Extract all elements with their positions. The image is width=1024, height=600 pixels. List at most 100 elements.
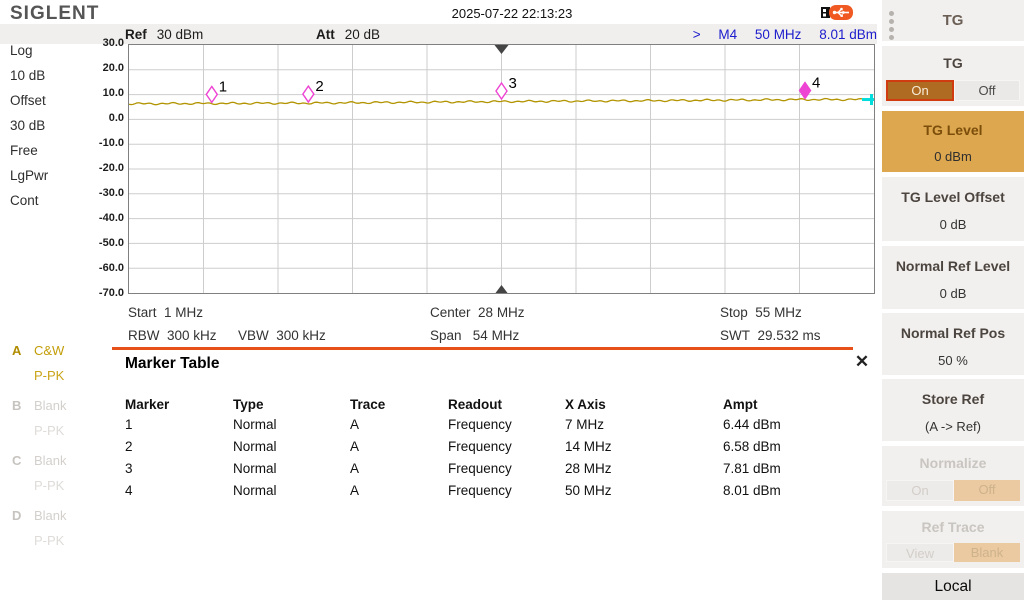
normalize-label: Normalize	[882, 446, 1024, 480]
tg-level-button[interactable]: TG Level 0 dBm	[882, 111, 1024, 172]
left-menu-label: Cont	[10, 188, 48, 213]
trace-id: B	[12, 393, 34, 418]
marker-table-cell: 50 MHz	[565, 483, 723, 505]
trace-legend-entry: DBlank P-PK	[12, 503, 102, 553]
y-axis-tick-label: 20.0	[84, 62, 124, 74]
marker-table-cell: Normal	[233, 483, 350, 505]
tg-level-label: TG Level	[882, 111, 1024, 149]
start-value: 1 MHz	[164, 305, 203, 320]
tg-level-offset-label: TG Level Offset	[882, 177, 1024, 217]
normalize-button[interactable]: Normalize On Off	[882, 446, 1024, 506]
center-value: 28 MHz	[478, 305, 525, 320]
sweep-time-setting: SWT 29.532 ms	[720, 328, 821, 343]
tg-off-option[interactable]: Off	[954, 80, 1020, 101]
trace-detector: P-PK	[34, 533, 64, 548]
usb-drive-icon	[820, 4, 854, 21]
trace-mode: Blank	[34, 453, 67, 468]
spectrum-display: 1 2 3 4	[128, 44, 875, 294]
trace-legend-entry: BBlankP-PK	[12, 393, 102, 443]
marker-table-cell: 4	[125, 483, 233, 505]
y-axis-tick-label: 0.0	[84, 112, 124, 124]
close-icon[interactable]: ✕	[851, 352, 873, 374]
normal-ref-pos-value: 50 %	[882, 353, 1024, 368]
marker-table-cell: A	[350, 417, 448, 439]
vbw-value: 300 kHz	[276, 328, 326, 343]
ref-level-readout: Ref30 dBm	[125, 27, 203, 42]
ref-value: 30 dBm	[157, 27, 204, 42]
tg-level-offset-value: 0 dB	[882, 217, 1024, 232]
y-axis-tick-label: -50.0	[84, 237, 124, 249]
softkey-sidebar: TG TG On Off TG Level 0 dBm TG Level Off…	[882, 0, 1024, 600]
marker-number-label: 1	[219, 78, 227, 95]
y-axis-tick-label: -70.0	[84, 287, 124, 299]
marker-number-label: 4	[812, 75, 820, 92]
trace-id: C	[12, 448, 34, 473]
marker-diamond	[496, 83, 507, 99]
trace-mode: C&W	[34, 343, 64, 358]
stop-frequency: Stop 55 MHz	[720, 305, 802, 320]
normal-ref-level-value: 0 dB	[882, 286, 1024, 301]
trace-id: A	[12, 338, 34, 363]
rbw-label: RBW	[128, 328, 160, 343]
local-button[interactable]: Local	[882, 573, 1024, 600]
y-axis-tick-label: -60.0	[84, 262, 124, 274]
store-ref-button[interactable]: Store Ref (A -> Ref)	[882, 379, 1024, 441]
tg-on-option[interactable]: On	[886, 80, 954, 101]
marker-name: M4	[718, 27, 737, 42]
marker-table-title: Marker Table	[125, 355, 219, 373]
tg-level-value: 0 dBm	[882, 149, 1024, 164]
tg-level-offset-button[interactable]: TG Level Offset 0 dB	[882, 177, 1024, 241]
left-menu: Log10 dBOffset30 dBFreeLgPwrCont	[10, 38, 48, 213]
marker-table-cell: 6.44 dBm	[723, 417, 853, 439]
marker-amplitude: 8.01 dBm	[819, 27, 877, 42]
trace-detector: P-PK	[34, 478, 64, 493]
menu-handle-icon	[889, 8, 894, 43]
vbw-label: VBW	[238, 328, 269, 343]
normalize-off-option[interactable]: Off	[954, 480, 1020, 501]
attenuation-readout: Att 20 dB	[316, 27, 380, 42]
swt-label: SWT	[720, 328, 750, 343]
marker-number-label: 3	[509, 75, 517, 92]
marker-table-cell: A	[350, 461, 448, 483]
normal-ref-pos-button[interactable]: Normal Ref Pos 50 %	[882, 313, 1024, 375]
att-label: Att	[316, 27, 335, 42]
stop-label: Stop	[720, 305, 748, 320]
ref-trace-button[interactable]: Ref Trace View Blank	[882, 511, 1024, 568]
start-frequency: Start 1 MHz	[128, 305, 203, 320]
marker-table-cell: 3	[125, 461, 233, 483]
span-label: Span	[430, 328, 462, 343]
menu-header: TG	[882, 0, 1024, 41]
local-label: Local	[882, 573, 1024, 600]
marker-table-cell: Frequency	[448, 417, 565, 439]
left-menu-label: LgPwr	[10, 163, 48, 188]
marker-table-cell: Frequency	[448, 461, 565, 483]
trace-legend-entry: CBlank P-PK	[12, 448, 102, 498]
ref-trace-view-option[interactable]: View	[886, 543, 954, 562]
left-menu-label: 10 dB	[10, 63, 48, 88]
normal-ref-level-label: Normal Ref Level	[882, 246, 1024, 286]
att-value: 20 dB	[345, 27, 380, 42]
normal-ref-level-button[interactable]: Normal Ref Level 0 dB	[882, 246, 1024, 309]
span-setting: Span 54 MHz	[430, 328, 519, 343]
normalize-on-option[interactable]: On	[886, 480, 954, 501]
trace-mode: Blank	[34, 508, 67, 523]
marker-number-label: 2	[315, 78, 323, 95]
rbw-setting: RBW 300 kHz	[128, 328, 217, 343]
ref-trace-blank-option[interactable]: Blank	[954, 543, 1020, 562]
marker-table-cell: Normal	[233, 439, 350, 461]
tg-toggle-button[interactable]: TG On Off	[882, 46, 1024, 106]
marker-table-cell: 6.58 dBm	[723, 439, 853, 461]
trace-detector: P-PK	[34, 368, 64, 383]
rbw-value: 300 kHz	[167, 328, 217, 343]
normal-ref-pos-label: Normal Ref Pos	[882, 313, 1024, 353]
stop-value: 55 MHz	[755, 305, 802, 320]
start-label: Start	[128, 305, 157, 320]
marker-frequency: 50 MHz	[755, 27, 802, 42]
marker-table-cell: 7 MHz	[565, 417, 723, 439]
tg-label: TG	[882, 46, 1024, 80]
left-menu-label: 30 dB	[10, 113, 48, 138]
marker-table-cell: 2	[125, 439, 233, 461]
marker-diamond	[206, 86, 217, 102]
trace-id: D	[12, 503, 34, 528]
marker-table-cell: Normal	[233, 417, 350, 439]
